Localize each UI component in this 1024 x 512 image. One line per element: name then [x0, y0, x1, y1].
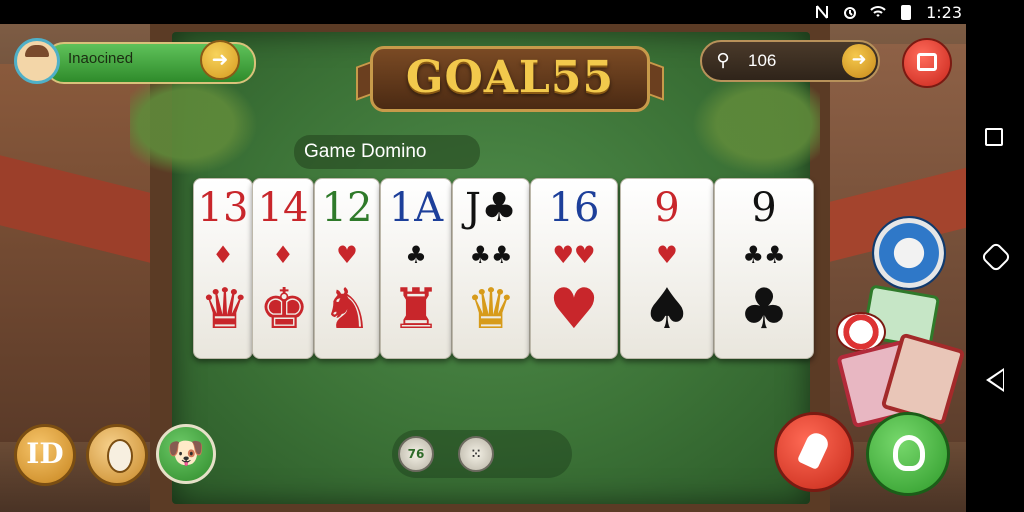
section-label: Game Domino: [294, 135, 480, 169]
arrow-right-icon: ➜: [851, 49, 867, 70]
status-icons: 1:23: [814, 0, 962, 24]
arrow-right-icon: ➜: [211, 47, 229, 71]
pet-icon: 🐶: [167, 436, 205, 471]
card-8[interactable]: 9 ♣♣ ♣: [714, 178, 814, 359]
token-76[interactable]: 76: [398, 436, 434, 472]
player-avatar[interactable]: [14, 38, 60, 84]
turtle-action-button[interactable]: [866, 412, 950, 496]
android-nav-bar: [966, 24, 1024, 512]
card-art: ♣: [738, 277, 790, 342]
card-1[interactable]: 13 ♦ ♛: [193, 178, 253, 359]
player-name: Inaocined: [68, 50, 134, 67]
game-title: GOAL55: [405, 52, 615, 103]
card-art: ♥: [548, 277, 600, 342]
id-button[interactable]: ID: [14, 424, 76, 486]
pet-button[interactable]: 🐶: [156, 424, 216, 484]
card-rank: 1A: [388, 185, 444, 231]
card-pip: ♥♥: [552, 241, 596, 269]
card-art: ♜: [390, 277, 442, 342]
card-rank: J♣: [465, 185, 517, 231]
card-pip: ♥: [656, 241, 678, 269]
search-go-button[interactable]: ➜: [842, 44, 876, 78]
search-pill[interactable]: ⚲ 106 ➜: [700, 40, 880, 82]
leaves-decoration-right: [680, 64, 820, 184]
mask-button[interactable]: [86, 424, 148, 486]
card-7[interactable]: 9 ♥ ♠: [620, 178, 714, 359]
card-pip: ♣♣: [742, 241, 786, 269]
dots-icon: ⁙: [470, 447, 482, 461]
card-pip: ♦: [272, 241, 294, 269]
poker-chip-decoration: [872, 216, 946, 290]
alarm-icon: [844, 7, 857, 19]
card-rank: 9: [751, 185, 777, 231]
nfc-icon: [816, 5, 829, 19]
card-art: ♞: [321, 277, 373, 342]
search-value: 106: [748, 51, 777, 70]
card-rank: 14: [257, 185, 309, 231]
token-icon: 76: [407, 447, 425, 461]
card-4[interactable]: 1A ♣ ♜: [380, 178, 452, 359]
key-icon: ⚲: [716, 50, 730, 71]
card-art: ♛: [465, 277, 517, 342]
card-art: ♛: [199, 277, 250, 342]
card-rank: 12: [321, 185, 373, 231]
card-3[interactable]: 12 ♥ ♞: [314, 178, 380, 359]
card-art: ♠: [641, 277, 693, 342]
game-title-plate: GOAL55: [356, 40, 664, 118]
card-5[interactable]: J♣ ♣♣ ♛: [452, 178, 530, 359]
card-pip: ♣: [405, 241, 427, 269]
card-pip: ♦: [212, 241, 234, 269]
card-pip: ♣♣: [469, 241, 513, 269]
clock: 1:23: [926, 2, 962, 22]
card-6[interactable]: 16 ♥♥ ♥: [530, 178, 618, 359]
token-dots[interactable]: ⁙: [458, 436, 494, 472]
recent-apps-icon[interactable]: [985, 128, 1003, 146]
card-rank: 9: [654, 185, 680, 231]
wifi-icon: [870, 6, 886, 17]
player-profile[interactable]: Inaocined ➜: [14, 38, 256, 86]
home-icon[interactable]: [980, 241, 1012, 273]
card-2[interactable]: 14 ♦ ♚: [252, 178, 314, 359]
battery-icon: [901, 5, 912, 20]
profile-arrow-button[interactable]: ➜: [200, 40, 240, 80]
section-label-text: Game Domino: [304, 141, 427, 162]
id-icon: ID: [26, 437, 64, 470]
card-art: ♚: [259, 277, 310, 342]
card-rank: 16: [548, 185, 600, 231]
store-button[interactable]: [902, 38, 952, 88]
status-bar: 1:23: [0, 0, 1024, 24]
hand-action-button[interactable]: [774, 412, 854, 492]
card-pip: ♥: [336, 241, 358, 269]
card-rank: 13: [197, 185, 249, 231]
back-icon[interactable]: [986, 368, 1004, 392]
